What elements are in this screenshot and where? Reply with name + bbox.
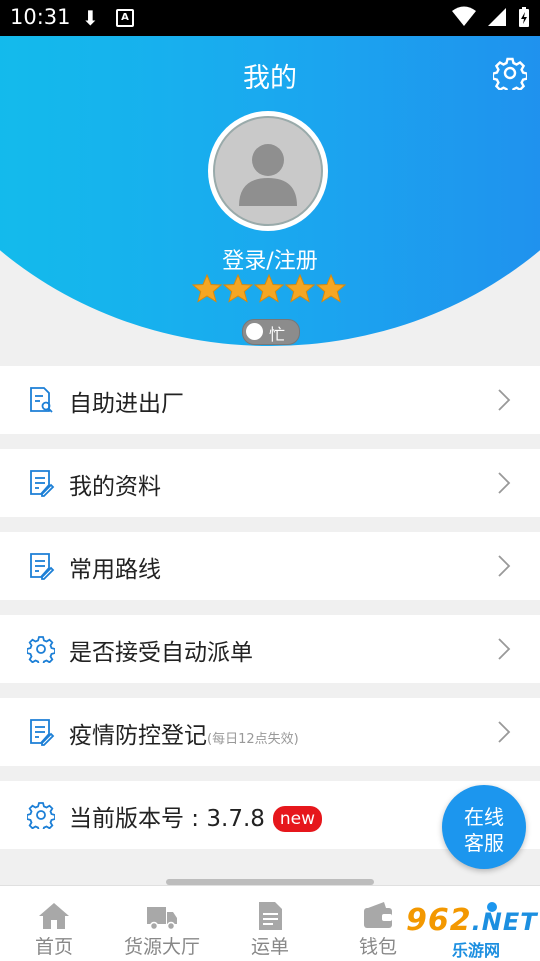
online-customer-service-button[interactable]: 在线 客服 [442,785,526,869]
toggle-label: 忙 [269,325,286,344]
menu-item-auto-dispatch[interactable]: 是否接受自动派单 [0,615,540,683]
profile-header: 我的 登录/注册 忙 [0,36,540,366]
download-icon: ⬇ [82,6,99,30]
truck-icon [147,907,177,931]
tab-waybill[interactable]: 运单 [216,886,324,961]
avatar-placeholder [213,116,323,226]
menu-item-epidemic-registration[interactable]: 疫情防控登记(每日12点失效) [0,698,540,766]
tab-label: 运单 [250,936,289,958]
menu-item-my-profile[interactable]: 我的资料 [0,449,540,517]
menu-item-label: 自助进出厂 [69,391,184,417]
toggle-knob [246,323,263,340]
chevron-right-icon [498,555,511,577]
document-icon [259,902,282,930]
wifi-icon [452,6,476,26]
home-icon [39,903,69,929]
watermark-logo: 962.NET 乐游网 [400,903,540,960]
settings-gear-icon[interactable] [493,56,527,90]
star-icon [316,274,346,303]
chevron-right-icon [498,721,511,743]
watermark-caption: 乐游网 [452,941,501,960]
watermark-brand: 962.NET [406,903,538,938]
edit-document-icon [30,719,55,746]
document-search-icon [30,387,53,413]
star-icon [192,274,222,303]
busy-status-toggle[interactable]: 忙 [242,319,300,345]
battery-icon [519,7,529,27]
menu-item-self-service-gate[interactable]: 自助进出厂 [0,366,540,434]
system-icons [452,6,530,28]
page-title: 我的 [243,63,297,94]
star-icon [223,274,253,303]
chevron-right-icon [498,389,511,411]
menu-item-label: 疫情防控登记 [69,723,207,749]
wallet-icon [364,902,392,928]
tab-cargo-hall[interactable]: 货源大厅 [108,886,216,961]
tab-label: 首页 [34,936,73,958]
menu-item-label-wrap: 疫情防控登记(每日12点失效) [69,716,299,750]
cs-line2: 客服 [464,831,504,855]
login-register-link[interactable]: 登录/注册 [0,243,540,275]
gear-icon [27,802,55,829]
status-bar: 10:31 ⬇ A [0,0,540,36]
chevron-right-icon [498,472,511,494]
menu-item-label: 常用路线 [69,557,161,583]
edit-document-icon [30,553,55,580]
new-badge: new [272,806,323,832]
tab-label: 货源大厅 [123,936,200,958]
star-icon [285,274,315,303]
star-icon [254,274,284,303]
version-label: 当前版本号 : 3.7.8 [69,806,265,832]
chevron-right-icon [498,638,511,660]
avatar[interactable] [208,111,328,231]
gear-icon [27,636,55,663]
edit-document-icon [30,470,55,497]
tab-home[interactable]: 首页 [0,886,108,961]
menu-item-label: 是否接受自动派单 [69,640,253,666]
menu-item-hint: (每日12点失效) [207,732,299,747]
signal-icon [488,8,506,26]
cs-line1: 在线 [464,805,504,829]
accessibility-icon: A [116,9,134,27]
menu-item-common-routes[interactable]: 常用路线 [0,532,540,600]
menu-item-label: 我的资料 [69,474,161,500]
menu-item-label-wrap: 当前版本号 : 3.7.8 new [69,799,323,833]
status-time: 10:31 [10,5,71,29]
rating-stars [192,274,348,306]
user-silhouette-icon [239,144,297,206]
